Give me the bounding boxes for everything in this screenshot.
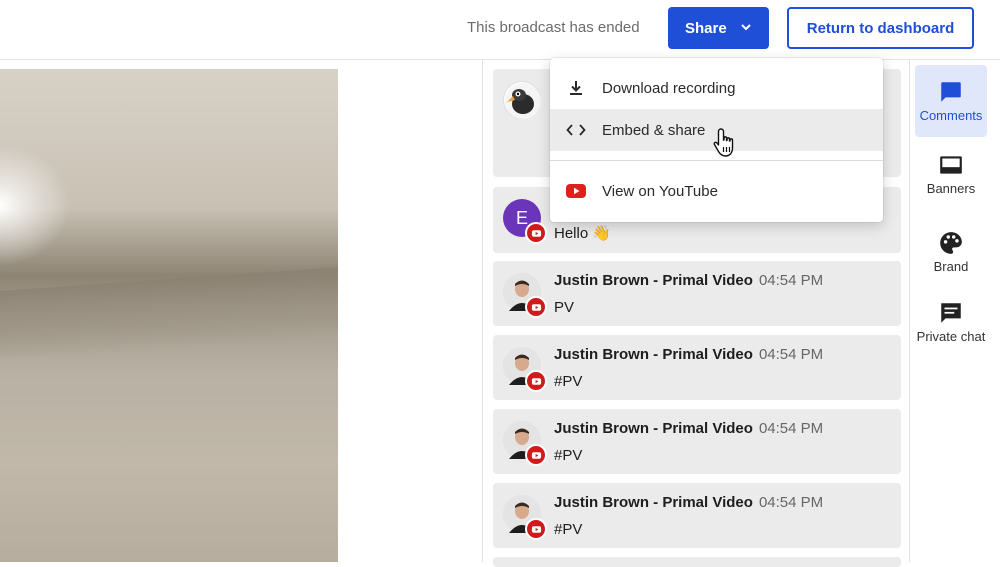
avatar	[503, 495, 547, 540]
bird-avatar-icon	[505, 83, 541, 119]
comment-text: #PV	[554, 373, 583, 390]
comment-author: Justin Brown - Primal Video 04:54 PM	[554, 494, 824, 511]
return-to-dashboard-button[interactable]: Return to dashboard	[787, 7, 974, 49]
avatar	[503, 347, 547, 392]
stage-area	[0, 60, 483, 562]
palette-icon	[940, 232, 962, 254]
avatar	[503, 421, 547, 466]
rail-item-banners[interactable]: Banners	[915, 152, 987, 212]
banner-icon	[940, 156, 962, 174]
chevron-down-icon	[741, 24, 751, 31]
comment-time: 04:54 PM	[758, 494, 824, 511]
comment-author: Justin Brown - Primal Video 04:54 PM	[554, 346, 824, 363]
menu-item-label: View on YouTube	[602, 182, 718, 200]
comment-author: Justin Brown - Primal Video 04:54 PM	[554, 272, 824, 289]
video-preview	[0, 69, 338, 562]
rail-item-label: Banners	[926, 181, 976, 196]
comment-text: #PV	[554, 521, 583, 538]
right-rail: Comments Banners Brand Private chat	[911, 60, 1000, 562]
broadcast-status: This broadcast has ended	[467, 19, 640, 36]
top-bar: This broadcast has ended Share Return to…	[0, 0, 1000, 60]
youtube-badge-icon	[525, 444, 547, 466]
comment-text: PV	[554, 299, 575, 316]
avatar	[503, 81, 541, 119]
rail-item-label: Comments	[919, 108, 983, 123]
comment-time: 04:54 PM	[758, 272, 824, 289]
menu-item-label: Embed & share	[602, 121, 706, 139]
code-icon	[566, 124, 586, 136]
comment-icon	[941, 82, 961, 102]
share-button[interactable]: Share	[668, 7, 769, 49]
rail-item-private-chat[interactable]: Private chat	[915, 300, 987, 370]
chat-icon	[941, 303, 961, 323]
comment-card: Justin Brown - Primal Video 04:54 PM #PV	[493, 409, 901, 474]
comment-time: 04:54 PM	[758, 346, 824, 363]
avatar	[503, 273, 547, 318]
avatar-letter: E	[515, 207, 528, 228]
youtube-icon	[566, 184, 586, 198]
rail-item-brand[interactable]: Brand	[915, 230, 987, 290]
youtube-badge-icon	[525, 222, 547, 244]
share-button-label: Share	[685, 19, 727, 37]
youtube-badge-icon	[525, 296, 547, 318]
hand-cursor-icon	[713, 128, 734, 157]
comment-author: Justin Brown - Primal Video 04:54 PM	[554, 420, 824, 437]
youtube-badge-icon	[525, 370, 547, 392]
menu-item-label: Download recording	[602, 79, 736, 97]
comment-card	[493, 557, 901, 567]
rail-item-comments[interactable]: Comments	[915, 65, 987, 137]
comment-text: #PV	[554, 447, 583, 464]
rail-item-label: Brand	[933, 259, 969, 274]
avatar: E	[503, 199, 547, 244]
comment-card: Justin Brown - Primal Video 04:54 PM PV	[493, 261, 901, 326]
menu-item-download-recording[interactable]: Download recording	[550, 67, 883, 109]
rail-item-label: Private chat	[916, 329, 986, 344]
comment-card: Justin Brown - Primal Video 04:54 PM #PV	[493, 335, 901, 400]
download-icon	[570, 81, 582, 95]
comment-time: 04:54 PM	[758, 420, 824, 437]
comment-text: Hello 👋	[554, 225, 612, 242]
youtube-badge-icon	[525, 518, 547, 540]
menu-divider	[550, 160, 883, 161]
comment-card: Justin Brown - Primal Video 04:54 PM #PV	[493, 483, 901, 548]
menu-item-view-on-youtube[interactable]: View on YouTube	[550, 170, 883, 212]
